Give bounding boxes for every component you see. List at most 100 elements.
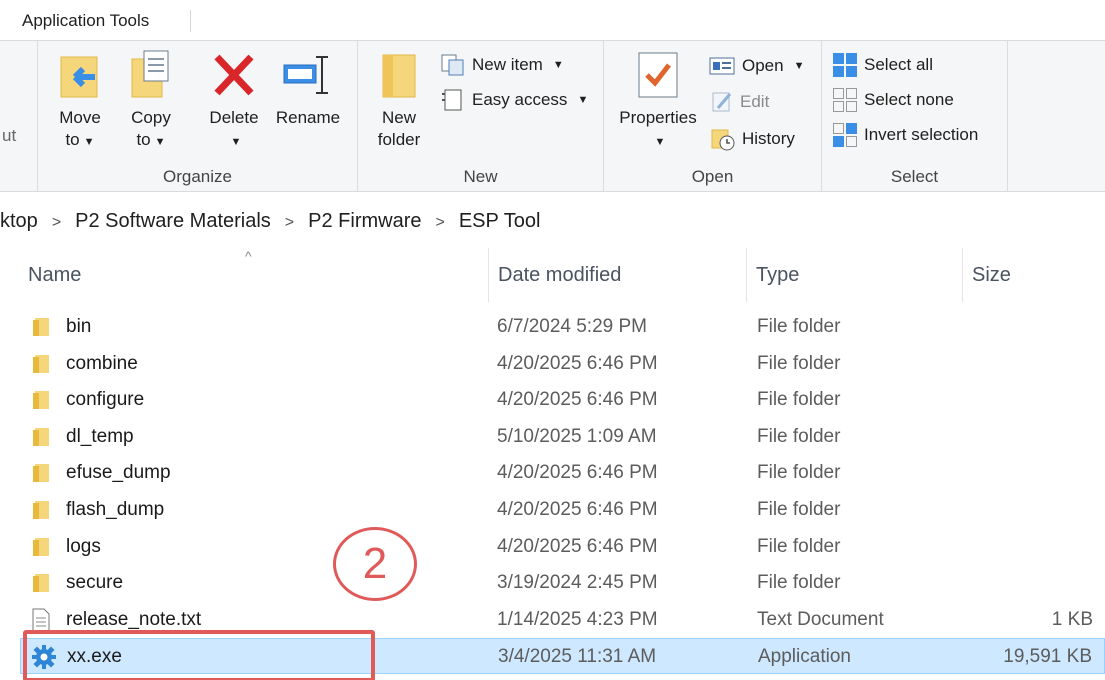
properties-icon — [638, 52, 678, 98]
properties-label: Properties — [619, 108, 697, 127]
copy-to-label-2: to — [136, 130, 151, 149]
file-row[interactable]: logs 4/20/2025 6:46 PM File folder — [20, 529, 1105, 565]
open-group: Properties ▼ Open ▼ Edit History Open — [604, 41, 822, 191]
column-header-date[interactable]: Date modified — [488, 248, 746, 302]
text-file-icon — [30, 602, 56, 638]
file-name[interactable]: bin — [66, 309, 91, 345]
open-label: Open — [742, 56, 784, 75]
history-label: History — [742, 129, 795, 148]
file-date-modified: 4/20/2025 6:46 PM — [497, 352, 658, 374]
new-item-button[interactable]: New item ▼ — [440, 51, 564, 79]
file-row[interactable]: bin 6/7/2024 5:29 PM File folder — [20, 309, 1105, 345]
file-row[interactable]: flash_dump 4/20/2025 6:46 PM File folder — [20, 492, 1105, 528]
invert-selection-button[interactable]: Invert selection — [832, 121, 978, 149]
file-row[interactable]: combine 4/20/2025 6:46 PM File folder — [20, 346, 1105, 382]
file-type: File folder — [757, 499, 841, 520]
file-size: 1 KB — [1051, 608, 1093, 630]
file-type: File folder — [757, 462, 841, 484]
column-header-type[interactable]: Type — [746, 248, 962, 302]
chevron-down-icon: ▼ — [230, 136, 242, 148]
folder-icon — [30, 565, 56, 601]
folder-icon — [30, 455, 56, 491]
chevron-right-icon[interactable]: > — [52, 202, 61, 242]
file-type: File folder — [757, 535, 841, 557]
tab-application-tools[interactable]: Application Tools — [10, 6, 161, 36]
chevron-down-icon: ▼ — [577, 94, 589, 106]
file-row[interactable]: release_note.txt 1/14/2025 4:23 PM Text Do… — [20, 602, 1105, 638]
edit-button[interactable]: Edit — [710, 88, 769, 116]
organize-group: Move to ▼ Copy to ▼ Delete ▼ Rename Orga… — [38, 41, 358, 191]
file-name[interactable]: release_note.txt — [66, 602, 201, 638]
file-name[interactable]: efuse_dump — [66, 455, 171, 491]
file-name[interactable]: xx.exe — [67, 639, 122, 675]
file-date-modified: 4/20/2025 6:46 PM — [497, 499, 658, 520]
move-to-label-2: to — [65, 130, 80, 149]
copy-to-label-1: Copy — [131, 108, 171, 127]
invert-selection-icon — [833, 123, 857, 147]
file-name[interactable]: logs — [66, 529, 101, 565]
column-header-size[interactable]: Size — [962, 248, 1105, 302]
breadcrumb-item-esp-tool[interactable]: ESP Tool — [459, 200, 541, 242]
move-to-icon — [60, 56, 98, 98]
rename-icon — [283, 56, 328, 94]
move-to-button[interactable]: Move to ▼ — [52, 49, 108, 153]
select-group: Select all Select none Invert selection … — [822, 41, 1008, 191]
history-button[interactable]: History — [710, 125, 795, 153]
chevron-down-icon: ▼ — [654, 136, 666, 148]
file-name[interactable]: secure — [66, 565, 123, 601]
file-type: File folder — [757, 316, 841, 337]
file-type: Text Document — [757, 608, 884, 630]
file-date-modified: 5/10/2025 1:09 AM — [497, 425, 657, 447]
new-folder-label-1: New — [381, 108, 416, 127]
file-type: File folder — [757, 352, 841, 374]
file-type: File folder — [757, 425, 841, 447]
file-date-modified: 3/4/2025 11:31 AM — [498, 646, 657, 668]
copy-to-button[interactable]: Copy to ▼ — [126, 49, 176, 153]
breadcrumb-item-software-materials[interactable]: P2 Software Materials — [75, 200, 271, 242]
folder-icon — [30, 419, 56, 455]
select-all-icon — [833, 53, 857, 77]
easy-access-button[interactable]: Easy access ▼ — [440, 86, 588, 114]
folder-icon — [30, 492, 56, 528]
open-button[interactable]: Open ▼ — [708, 52, 804, 80]
select-none-icon — [833, 88, 857, 112]
column-header-name[interactable]: Name — [18, 248, 488, 302]
file-row[interactable]: configure 4/20/2025 6:46 PM File folder — [20, 382, 1105, 418]
select-none-button[interactable]: Select none — [832, 86, 954, 114]
file-name[interactable]: flash_dump — [66, 492, 164, 528]
properties-button[interactable]: Properties ▼ — [612, 49, 704, 153]
file-type: File folder — [757, 572, 841, 594]
file-name[interactable]: configure — [66, 382, 144, 418]
tab-divider — [190, 10, 191, 32]
file-row[interactable]: dl_temp 5/10/2025 1:09 AM File folder — [20, 419, 1105, 455]
new-group: New folder New item ▼ Easy access ▼ New — [358, 41, 604, 191]
file-name[interactable]: combine — [66, 346, 138, 382]
chevron-right-icon[interactable]: > — [285, 202, 294, 242]
delete-button[interactable]: Delete ▼ — [204, 49, 264, 153]
organize-group-label: Organize — [163, 167, 232, 186]
file-row[interactable]: secure 3/19/2024 2:45 PM File folder — [20, 565, 1105, 601]
file-type: Application — [758, 646, 851, 668]
delete-icon — [214, 54, 254, 96]
file-row[interactable]: xx.exe 3/4/2025 11:31 AM Application 19,591… — [20, 638, 1105, 675]
file-date-modified: 4/20/2025 6:46 PM — [497, 535, 658, 557]
file-row[interactable]: efuse_dump 4/20/2025 6:46 PM File folder — [20, 455, 1105, 491]
new-folder-button[interactable]: New folder — [372, 49, 426, 151]
delete-label: Delete — [209, 108, 259, 127]
select-all-button[interactable]: Select all — [832, 51, 933, 79]
new-item-icon — [441, 54, 464, 76]
breadcrumb-item-firmware[interactable]: P2 Firmware — [308, 200, 421, 242]
breadcrumb-item-desktop[interactable]: ktop — [0, 200, 38, 242]
file-date-modified: 4/20/2025 6:46 PM — [497, 462, 658, 484]
folder-icon — [30, 529, 56, 565]
new-item-label: New item — [472, 55, 543, 74]
new-group-label: New — [463, 167, 498, 186]
column-header-row: Name Date modified Type Size — [0, 248, 1105, 302]
file-name[interactable]: dl_temp — [66, 419, 134, 455]
move-to-label-1: Move — [59, 108, 101, 127]
gear-icon — [31, 639, 57, 675]
edit-icon — [712, 92, 732, 112]
rename-button[interactable]: Rename — [272, 49, 344, 129]
chevron-right-icon[interactable]: > — [436, 202, 445, 242]
copy-to-icon — [131, 50, 169, 98]
